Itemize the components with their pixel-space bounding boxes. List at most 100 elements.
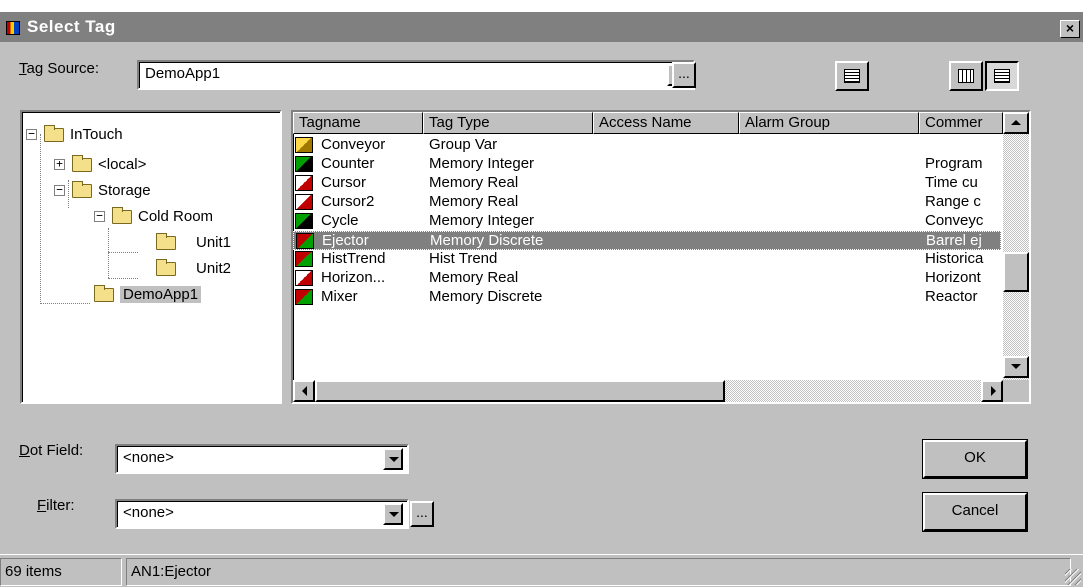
tag-type-cell: Memory Real [429,269,519,286]
column-header-tag-type[interactable]: Tag Type [423,112,593,134]
folder-icon [94,285,114,302]
horizontal-scrollbar[interactable] [293,380,1003,402]
tree-connector [68,180,69,208]
tree-connector [108,252,138,253]
column-header-access-name[interactable]: Access Name [593,112,739,134]
resize-grip-icon[interactable] [1065,569,1081,585]
tag-type-cell: Memory Discrete [430,232,544,249]
tree-connector [40,303,90,304]
hist-trend-icon [295,251,313,267]
tag-type-cell: Memory Integer [429,212,535,229]
scroll-right-button[interactable] [981,380,1003,402]
dot-field-label: Dot Field: [19,442,84,459]
tag-source-browse-button[interactable]: ... [672,62,696,88]
tag-type-cell: Group Var [429,136,498,153]
dot-field-combo[interactable]: <none> [115,444,409,474]
table-row[interactable]: Counter Memory Integer Program [293,155,1001,174]
tag-type-cell: Memory Real [429,193,519,210]
tag-type-cell: Memory Real [429,174,519,191]
tree-connector [40,134,41,304]
collapse-icon[interactable]: − [26,128,37,140]
tagname-cell: Horizon... [321,269,386,286]
table-row[interactable]: Horizon... Memory Real Horizont [293,269,1001,288]
table-row[interactable]: HistTrend Hist Trend Historica [293,250,1001,269]
tag-list[interactable]: Tagname Tag Type Access Name Alarm Group… [291,110,1031,404]
memory-integer-icon [295,213,313,229]
filter-browse-button[interactable]: ... [410,501,434,527]
memory-real-icon [295,194,313,210]
tagname-cell: Mixer [321,288,358,305]
table-row[interactable]: Mixer Memory Discrete Reactor [293,288,1001,307]
details-pane-icon [844,69,860,83]
table-row[interactable]: Ejector Memory Discrete Barrel ej [293,231,1001,250]
list-view-button[interactable] [949,61,983,91]
table-row[interactable]: Cursor Memory Real Time cu [293,174,1001,193]
tagname-cell: Cycle [321,212,359,229]
dialog-title: Select Tag [27,17,116,36]
scroll-left-button[interactable] [293,380,315,402]
close-button[interactable]: × [1060,20,1080,38]
tag-source-label: Tag Source: [19,60,100,77]
horizontal-scroll-thumb[interactable] [315,380,725,402]
tag-type-cell: Memory Integer [429,155,535,172]
filter-value: <none> [123,504,174,521]
tagname-cell: HistTrend [321,250,386,267]
comment-cell: Reactor [925,288,978,305]
memory-real-icon [295,175,313,191]
group-var-icon [295,137,313,153]
memory-real-icon [295,270,313,286]
folder-icon [72,181,92,198]
collapse-icon[interactable]: − [54,184,65,196]
filter-combo[interactable]: <none> [115,499,409,529]
filter-label: Filter: [37,497,75,514]
scrollbar-corner [1003,380,1029,402]
app-icon [6,21,20,35]
folder-icon [156,233,176,250]
cancel-button[interactable]: Cancel [923,493,1027,531]
comment-cell: Program [925,155,983,172]
scroll-down-button[interactable] [1003,356,1029,378]
table-row[interactable]: Conveyor Group Var [293,136,1001,155]
table-row[interactable]: Cursor2 Memory Real Range c [293,193,1001,212]
vertical-scrollbar[interactable] [1003,112,1029,380]
scroll-up-button[interactable] [1003,112,1029,134]
tagname-cell: Cursor [321,174,367,191]
title-bar[interactable]: Select Tag × [0,12,1083,42]
tag-source-tree[interactable]: − InTouch + <local> − Storage − Cold Roo… [20,110,282,404]
tag-source-combo[interactable]: DemoApp1 [137,60,695,90]
table-row[interactable]: Cycle Memory Integer Conveyc [293,212,1001,231]
filter-dropdown-button[interactable] [383,503,403,525]
memory-discrete-icon [296,233,314,249]
comment-cell: Horizont [925,269,981,286]
tagname-cell: Counter [321,155,375,172]
tagname-cell: Conveyor [321,136,386,153]
status-bar: 69 items AN1:Ejector [0,554,1083,587]
tag-type-cell: Memory Discrete [429,288,543,305]
memory-discrete-icon [295,289,313,305]
column-header-tagname[interactable]: Tagname [293,112,423,134]
column-header-comment[interactable]: Commer [919,112,1003,134]
column-header-alarm-group[interactable]: Alarm Group [739,112,919,134]
folder-icon [44,125,64,142]
vertical-scroll-thumb[interactable] [1003,252,1029,292]
dot-field-dropdown-button[interactable] [383,448,403,470]
details-view-icon [994,69,1010,83]
collapse-icon[interactable]: − [94,210,105,222]
tagname-cell: Cursor2 [321,193,375,210]
comment-cell: Historica [925,250,984,267]
tagname-cell: Ejector [322,232,369,249]
select-tag-dialog: Select Tag × Tag Source: DemoApp1 ... − … [0,12,1083,587]
ok-button[interactable]: OK [923,440,1027,478]
status-item-count: 69 items [0,558,122,586]
status-selected-tag: AN1:Ejector [126,558,1071,586]
expand-icon[interactable]: + [54,158,65,170]
comment-cell: Barrel ej [926,232,982,249]
comment-cell: Range c [925,193,981,210]
tag-details-toggle-button[interactable] [835,61,869,91]
folder-icon [112,207,132,224]
comment-cell: Conveyc [925,212,984,229]
details-view-button[interactable] [985,61,1019,91]
dot-field-value: <none> [123,449,174,466]
list-view-icon [958,69,974,83]
folder-icon [156,259,176,276]
